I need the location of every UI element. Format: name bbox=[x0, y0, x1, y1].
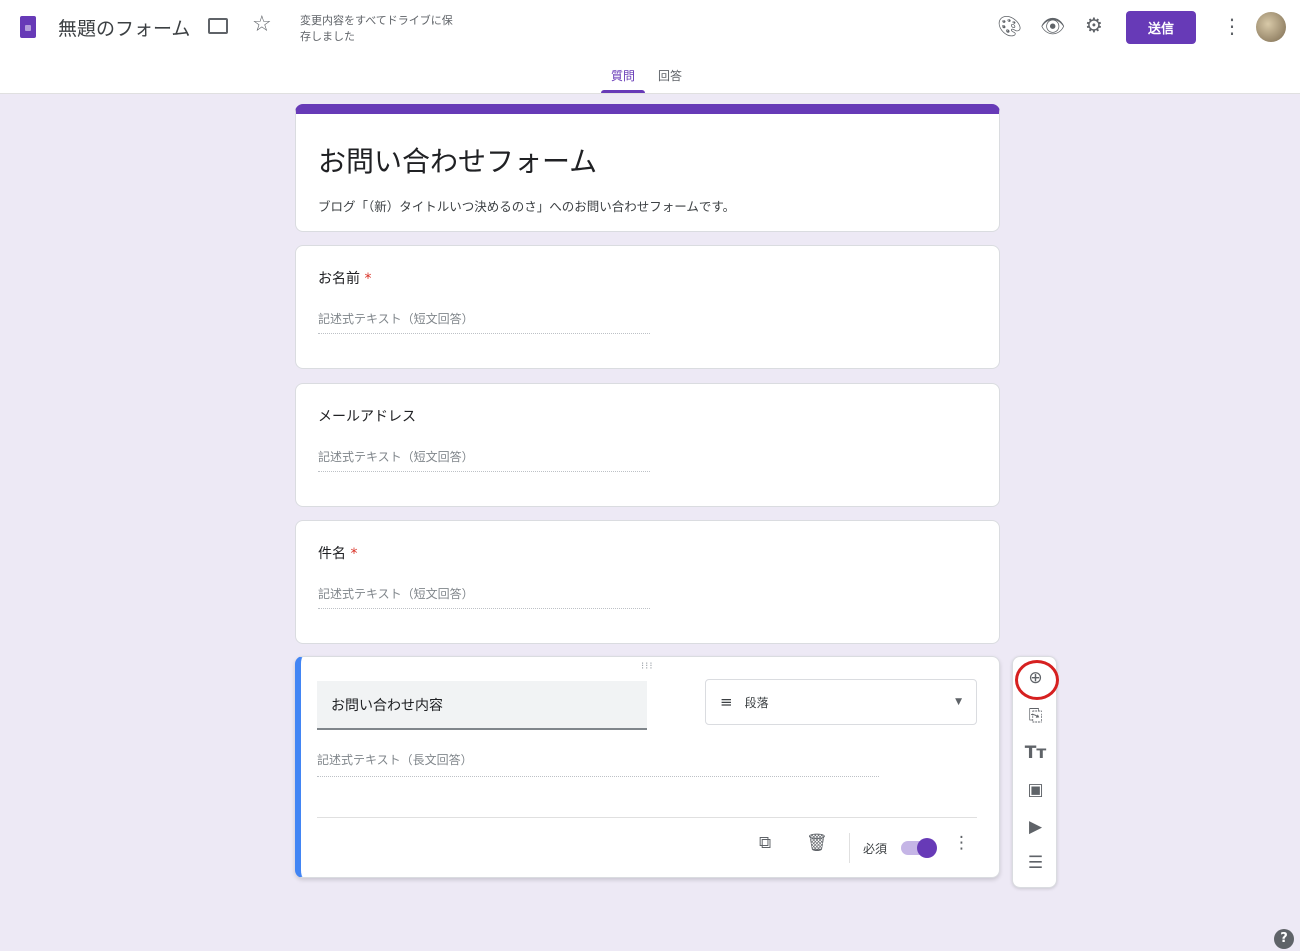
more-options-icon[interactable]: ⋮ bbox=[953, 833, 970, 853]
required-mark: * bbox=[364, 271, 372, 287]
tab-questions[interactable]: 質問 bbox=[611, 67, 635, 84]
question-type-value: 段落 bbox=[744, 695, 769, 710]
delete-trash-icon[interactable]: 🗑︎ bbox=[806, 833, 828, 853]
save-status: 変更内容をすべてドライブに保存しました bbox=[300, 14, 453, 43]
divider bbox=[317, 817, 977, 818]
top-bar: 無題のフォーム ☆ 変更内容をすべてドライブに保存しました 🎨︎ 👁︎ ⚙ 送信… bbox=[0, 0, 1300, 94]
active-question-card[interactable]: ⁝⁝⁝ お問い合わせ内容 ≡ 段落 ▼ 記述式テキスト（長文回答） ⧉ 🗑︎ 必… bbox=[295, 656, 1000, 878]
required-mark: * bbox=[350, 546, 358, 562]
dropdown-caret-icon: ▼ bbox=[955, 697, 962, 707]
palette-icon[interactable]: 🎨︎ bbox=[997, 14, 1022, 38]
add-section-icon[interactable]: ☰ bbox=[1013, 853, 1058, 873]
form-title[interactable]: お問い合わせフォーム bbox=[318, 140, 597, 180]
divider bbox=[849, 833, 850, 863]
duplicate-icon[interactable]: ⧉ bbox=[759, 833, 771, 853]
question-label: メールアドレス bbox=[318, 409, 416, 425]
question-card[interactable]: メールアドレス 記述式テキスト（短文回答） bbox=[295, 383, 1000, 507]
answer-placeholder: 記述式テキスト（短文回答） bbox=[318, 448, 650, 472]
question-title-input[interactable]: お問い合わせ内容 bbox=[317, 681, 647, 730]
floating-toolbar: ⊕ ⎘ Tт ▣ ▶ ☰ bbox=[1012, 656, 1059, 888]
required-toggle[interactable] bbox=[901, 838, 937, 858]
add-question-icon[interactable]: ⊕ bbox=[1013, 668, 1058, 688]
form-description[interactable]: ブログ「（新）タイトルいつ決めるのさ」へのお問い合わせフォームです。 bbox=[318, 196, 735, 215]
import-questions-icon[interactable]: ⎘ bbox=[1013, 706, 1058, 726]
paragraph-icon: ≡ bbox=[720, 693, 733, 711]
active-tab-indicator bbox=[601, 90, 645, 93]
question-type-select[interactable]: ≡ 段落 ▼ bbox=[705, 679, 977, 725]
send-button[interactable]: 送信 bbox=[1126, 11, 1196, 44]
answer-placeholder: 記述式テキスト（長文回答） bbox=[317, 751, 879, 777]
question-card[interactable]: 件名 * 記述式テキスト（短文回答） bbox=[295, 520, 1000, 644]
add-title-icon[interactable]: Tт bbox=[1013, 743, 1058, 763]
question-label: 件名 * bbox=[318, 546, 358, 562]
form-file-title[interactable]: 無題のフォーム bbox=[58, 14, 190, 41]
more-vert-icon[interactable]: ⋮ bbox=[1222, 14, 1242, 38]
answer-placeholder: 記述式テキスト（短文回答） bbox=[318, 585, 650, 609]
add-image-icon[interactable]: ▣ bbox=[1013, 780, 1058, 800]
form-header-card[interactable]: お問い合わせフォーム ブログ「（新）タイトルいつ決めるのさ」へのお問い合わせフォ… bbox=[295, 104, 1000, 232]
settings-gear-icon[interactable]: ⚙ bbox=[1085, 13, 1103, 37]
add-video-icon[interactable]: ▶ bbox=[1013, 817, 1058, 837]
answer-placeholder: 記述式テキスト（短文回答） bbox=[318, 310, 650, 334]
drag-handle-icon[interactable]: ⁝⁝⁝ bbox=[641, 661, 654, 672]
question-label: お名前 * bbox=[318, 271, 372, 287]
tab-responses[interactable]: 回答 bbox=[658, 67, 682, 84]
folder-icon[interactable] bbox=[208, 18, 228, 34]
forms-logo-icon[interactable] bbox=[20, 16, 36, 38]
preview-eye-icon[interactable]: 👁︎ bbox=[1040, 14, 1065, 38]
toggle-knob bbox=[917, 838, 937, 858]
required-label: 必須 bbox=[863, 842, 888, 856]
help-icon[interactable]: ? bbox=[1274, 929, 1294, 949]
avatar[interactable] bbox=[1256, 12, 1286, 42]
star-icon[interactable]: ☆ bbox=[252, 12, 272, 37]
question-card[interactable]: お名前 * 記述式テキスト（短文回答） bbox=[295, 245, 1000, 369]
